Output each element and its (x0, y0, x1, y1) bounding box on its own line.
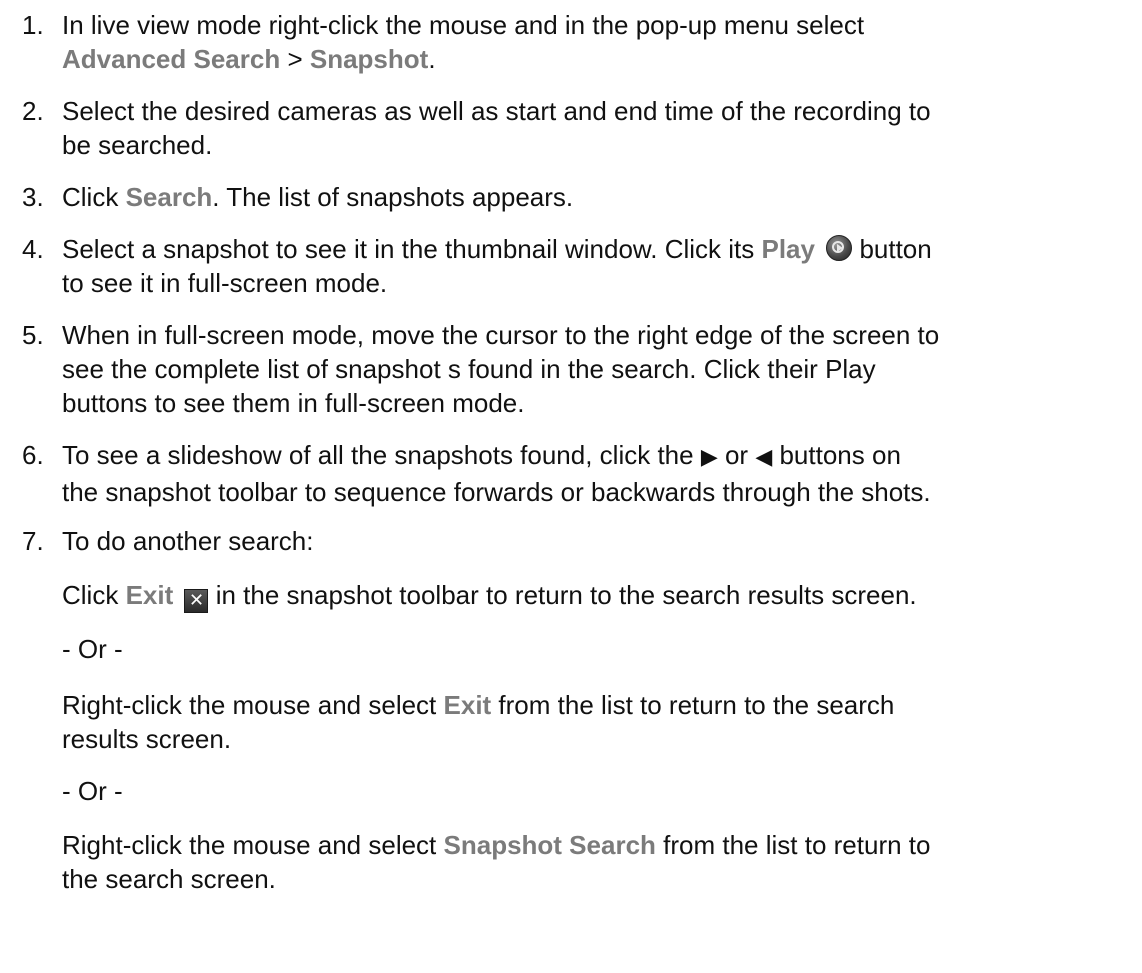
step-text: Select the desired cameras as well as st… (62, 96, 931, 160)
back-arrow-icon: ◀ (755, 445, 773, 470)
ui-term: Advanced Search (62, 44, 281, 74)
ui-term: Exit (443, 690, 492, 720)
step-7-option-exit-toolbar: Click Exit ✕ in the snapshot toolbar to … (62, 580, 917, 613)
ui-term: Search (125, 182, 213, 212)
or-separator: - Or - (62, 776, 123, 806)
instructions-page: 1. In live view mode right-click the mou… (0, 0, 1142, 973)
step-number: 5. (22, 320, 44, 350)
step-number: 3. (22, 182, 44, 212)
step-number: 4. (22, 234, 44, 264)
step-text: To do another search: (62, 526, 314, 556)
exit-close-icon: ✕ (184, 589, 209, 613)
step-7-option-snapshot-search: Right-click the mouse and select Snapsho… (62, 830, 931, 894)
ui-term: Play (761, 234, 815, 264)
play-button-icon (826, 235, 853, 261)
step-text: Click Search. The list of snapshots appe… (62, 182, 574, 212)
ui-term: Snapshot Search (443, 830, 656, 860)
step-7-option-exit-menu: Right-click the mouse and select Exit fr… (62, 690, 895, 754)
forward-arrow-icon: ▶ (700, 445, 718, 470)
step-text: To see a slideshow of all the snapshots … (62, 440, 931, 507)
step-text: In live view mode right-click the mouse … (62, 10, 865, 74)
step-number: 2. (22, 96, 44, 126)
step-text: When in full-screen mode, move the curso… (62, 320, 940, 418)
step-text: Select a snapshot to see it in the thumb… (62, 234, 932, 298)
ui-term: Exit (125, 580, 174, 610)
step-number: 7. (22, 526, 44, 556)
ui-term: Snapshot (309, 44, 429, 74)
step-number: 1. (22, 10, 44, 40)
step-number: 6. (22, 440, 44, 470)
or-separator: - Or - (62, 634, 123, 664)
